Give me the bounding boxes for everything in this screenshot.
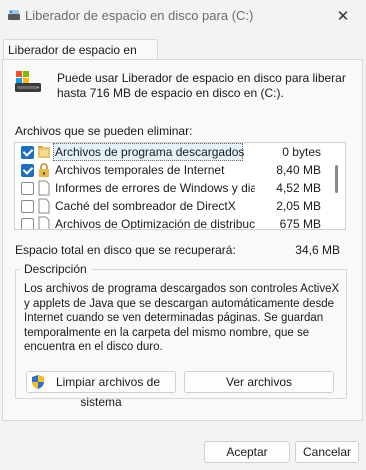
drive-icon [15, 71, 41, 92]
lock-icon [39, 163, 49, 177]
close-icon: ✕ [336, 8, 350, 25]
list-item[interactable]: Informes de errores de Windows y diag...… [15, 179, 329, 197]
checkbox[interactable] [21, 182, 34, 195]
document-icon [38, 216, 50, 229]
checkbox[interactable] [21, 200, 34, 213]
tab-disk-cleanup[interactable]: Liberador de espacio en disco [3, 39, 158, 71]
accept-button[interactable]: Aceptar [204, 441, 290, 463]
item-size: 0 bytes [282, 145, 321, 159]
files-list[interactable]: Archivos de programa descargados 0 bytes… [14, 142, 346, 230]
item-name: Informes de errores de Windows y diag... [55, 181, 255, 195]
checkbox[interactable] [21, 218, 34, 229]
description-label: Descripción [20, 262, 91, 276]
close-button[interactable]: ✕ [320, 0, 366, 32]
item-name: Archivos temporales de Internet [55, 163, 225, 177]
item-size: 8,40 MB [276, 163, 321, 177]
description-text: Los archivos de programa descargados son… [24, 283, 340, 353]
checkbox[interactable] [21, 164, 34, 177]
item-size: 2,05 MB [276, 199, 321, 213]
total-label: Espacio total en disco que se recuperará… [15, 243, 236, 257]
total-space: Espacio total en disco que se recuperará… [15, 243, 340, 257]
list-item[interactable]: Archivos de programa descargados 0 bytes [15, 143, 329, 161]
window-title: Liberador de espacio en disco para (C:) [25, 8, 254, 23]
cancel-button[interactable]: Cancelar [295, 441, 359, 463]
item-name: Archivos de Optimización de distribución [55, 217, 255, 230]
title-bar: Liberador de espacio en disco para (C:) … [0, 0, 366, 32]
item-size: 4,52 MB [276, 181, 321, 195]
cleanup-system-files-button[interactable]: Limpiar archivos de sistema [26, 371, 176, 409]
shield-icon [32, 375, 44, 389]
item-name: Caché del sombreador de DirectX [55, 199, 236, 213]
item-size: 675 MB [279, 217, 321, 230]
disk-cleanup-icon [8, 10, 20, 20]
document-icon [38, 198, 50, 214]
scrollbar[interactable] [335, 165, 338, 193]
view-files-button[interactable]: Ver archivos [184, 371, 334, 393]
list-item[interactable]: Archivos temporales de Internet 8,40 MB [15, 161, 329, 179]
list-item[interactable]: Caché del sombreador de DirectX 2,05 MB [15, 197, 329, 215]
files-label: Archivos que se pueden eliminar: [15, 124, 193, 138]
checkbox[interactable] [21, 146, 34, 159]
intro-text: Puede usar Liberador de espacio en disco… [57, 71, 346, 100]
document-icon [38, 180, 50, 196]
total-amount: 34,6 MB [295, 243, 340, 257]
folder-icon [38, 146, 50, 158]
item-name: Archivos de programa descargados [55, 145, 245, 159]
list-item[interactable]: Archivos de Optimización de distribución… [15, 215, 329, 230]
